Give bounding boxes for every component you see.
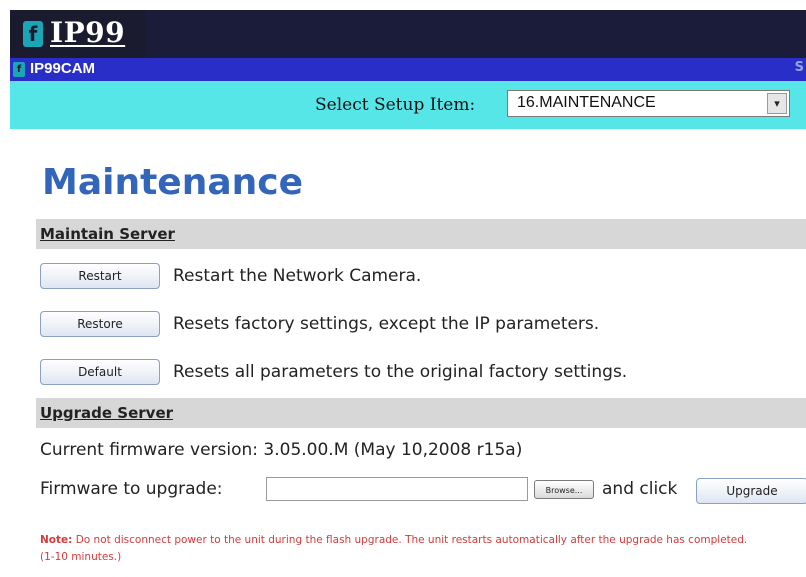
chevron-down-icon[interactable]: ▾	[767, 93, 787, 114]
setup-item-select[interactable]: 16.MAINTENANCE ▾	[507, 90, 790, 117]
logo: f IP99	[10, 10, 146, 58]
and-click-text: and click	[602, 479, 678, 499]
restore-description: Resets factory settings, except the IP p…	[173, 314, 600, 334]
app-icon: f	[13, 62, 25, 77]
upgrade-note: Note: Do not disconnect power to the uni…	[40, 532, 760, 566]
header-banner	[146, 10, 806, 58]
section-header-upgrade-server: Upgrade Server	[36, 398, 806, 428]
logo-text: IP99	[50, 16, 126, 49]
window-title-bar: f IP99CAM S	[10, 58, 806, 81]
note-text: Do not disconnect power to the unit duri…	[40, 534, 748, 563]
setup-bar: Select Setup Item: 16.MAINTENANCE ▾	[10, 81, 806, 129]
restart-description: Restart the Network Camera.	[173, 266, 422, 286]
note-label: Note:	[40, 534, 73, 546]
section-title: Upgrade Server	[40, 404, 174, 422]
setup-item-selected-value: 16.MAINTENANCE	[517, 94, 656, 111]
default-button[interactable]: Default	[40, 359, 160, 385]
browse-button[interactable]: Browse...	[534, 480, 594, 499]
restore-button[interactable]: Restore	[40, 311, 160, 337]
title-bar-fragment: S	[794, 60, 804, 75]
firmware-upgrade-label: Firmware to upgrade:	[40, 479, 223, 499]
restart-button[interactable]: Restart	[40, 263, 160, 289]
section-header-maintain-server: Maintain Server	[36, 219, 806, 249]
firmware-file-input[interactable]	[266, 477, 528, 501]
firmware-version-text: Current firmware version: 3.05.00.M (May…	[40, 440, 523, 460]
section-title: Maintain Server	[40, 225, 175, 243]
default-description: Resets all parameters to the original fa…	[173, 362, 628, 382]
window-title: IP99CAM	[30, 60, 96, 77]
logo-icon: f	[23, 21, 43, 47]
page-title: Maintenance	[42, 162, 304, 203]
upgrade-button[interactable]: Upgrade	[696, 478, 806, 504]
setup-item-label: Select Setup Item:	[315, 95, 476, 115]
